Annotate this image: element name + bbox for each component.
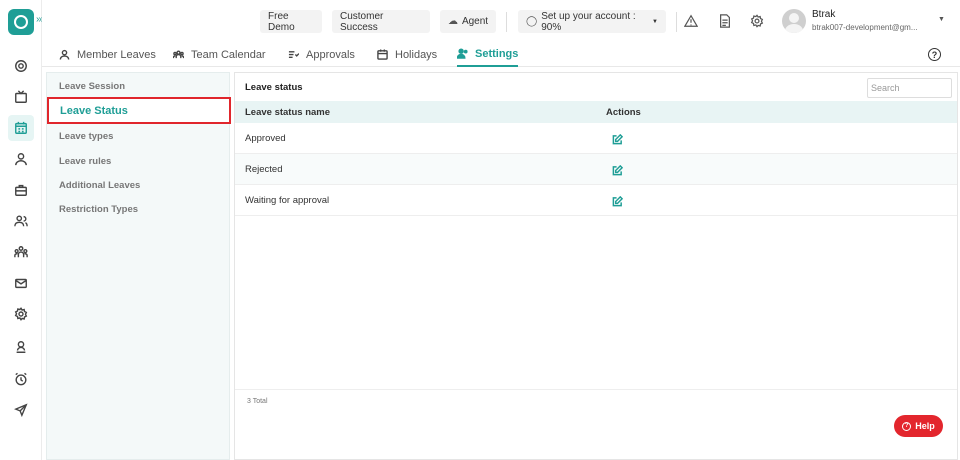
agent-label: Agent	[461, 16, 489, 27]
dashboard-icon[interactable]	[8, 53, 34, 79]
user-name: Btrak	[812, 9, 836, 20]
setup-user-icon: ◯	[526, 16, 538, 27]
sidebar-item-restriction-types[interactable]: Restriction Types	[59, 204, 138, 215]
setup-account-label: Set up your account : 90%	[541, 10, 636, 33]
left-rail: ›››	[0, 0, 44, 460]
tab-label: Member Leaves	[77, 48, 156, 61]
status-name: Approved	[245, 133, 286, 144]
search-input[interactable]	[867, 78, 952, 98]
agent-button[interactable]: ☁ Agent	[440, 10, 496, 33]
badge-user-icon[interactable]	[8, 334, 34, 360]
sidebar-item-leave-status[interactable]: Leave Status	[47, 97, 231, 124]
avatar[interactable]	[782, 9, 806, 33]
user-icon	[59, 49, 70, 60]
table-row: Waiting for approval	[235, 185, 957, 216]
total-count: 3 Total	[247, 398, 268, 405]
table-row: Rejected	[235, 154, 957, 185]
free-demo-label: Free Demo	[268, 10, 295, 33]
edit-icon[interactable]	[612, 194, 624, 207]
edit-icon[interactable]	[612, 132, 624, 145]
briefcase-icon[interactable]	[8, 177, 34, 203]
help-label: Help	[915, 421, 935, 431]
customer-success-button[interactable]: Customer Success	[332, 10, 430, 33]
tab-approvals[interactable]: Approvals	[288, 42, 355, 67]
warning-icon[interactable]	[683, 14, 700, 30]
alarm-clock-icon[interactable]	[8, 366, 34, 392]
status-name: Waiting for approval	[245, 195, 330, 206]
tab-label: Settings	[475, 47, 519, 60]
tab-label: Approvals	[306, 48, 355, 61]
settings-sidebar: Leave Session Leave Status Leave types L…	[46, 72, 231, 460]
settings-icon[interactable]	[750, 14, 766, 30]
app-logo[interactable]	[8, 9, 34, 35]
tv-icon[interactable]	[8, 84, 34, 110]
user-icon[interactable]	[8, 146, 34, 172]
help-button[interactable]: ? Help	[894, 415, 943, 437]
help-icon: ?	[902, 421, 912, 431]
leave-tabs: Member Leaves Team Calendar Approvals Ho…	[42, 42, 960, 67]
user-menu-chevron-icon[interactable]: ▼	[938, 16, 945, 23]
cloud-icon: ☁	[447, 16, 458, 27]
top-header: Free Demo Customer Success ☁ Agent ◯ Set…	[42, 0, 960, 42]
user-email: btrak007-development@gm...	[812, 23, 918, 32]
tab-team-calendar[interactable]: Team Calendar	[173, 42, 266, 67]
users-icon[interactable]	[8, 208, 34, 234]
chevron-down-icon: ▼	[652, 18, 658, 25]
setup-account-button[interactable]: ◯ Set up your account : 90% ▼	[518, 10, 666, 33]
table-footer-divider	[235, 389, 957, 390]
help-question-icon[interactable]: ?	[928, 48, 941, 61]
sidebar-item-leave-rules[interactable]: Leave rules	[59, 156, 111, 167]
tab-label: Holidays	[395, 48, 438, 61]
document-icon[interactable]	[718, 14, 734, 30]
calendar-icon	[377, 49, 388, 60]
team-icon[interactable]	[8, 239, 34, 265]
table-row: Approved	[235, 123, 957, 154]
table-header: Leave status name Actions	[235, 101, 957, 123]
tab-holidays[interactable]: Holidays	[377, 42, 437, 67]
panel-title: Leave status	[245, 82, 303, 93]
send-icon[interactable]	[8, 397, 34, 423]
header-divider	[676, 12, 677, 32]
tab-label: Team Calendar	[191, 48, 266, 61]
column-header-name: Leave status name	[245, 107, 331, 118]
edit-icon[interactable]	[612, 163, 624, 176]
tab-settings[interactable]: Settings	[457, 42, 519, 67]
approvals-icon	[288, 49, 299, 60]
sidebar-item-leave-session[interactable]: Leave Session	[59, 81, 125, 92]
sidebar-item-leave-types[interactable]: Leave types	[59, 131, 113, 142]
mail-icon[interactable]	[8, 270, 34, 296]
team-icon	[173, 49, 184, 60]
settings-user-icon	[457, 48, 468, 59]
customer-success-label: Customer Success	[340, 10, 384, 33]
free-demo-button[interactable]: Free Demo	[260, 10, 322, 33]
leave-status-panel: Leave status Leave status name Actions A…	[234, 72, 958, 460]
status-name: Rejected	[245, 164, 283, 175]
header-divider	[506, 12, 507, 32]
column-header-actions: Actions	[606, 107, 641, 118]
leaves-calendar-icon[interactable]	[8, 115, 34, 141]
gear-icon[interactable]	[8, 301, 34, 327]
tab-member-leaves[interactable]: Member Leaves	[59, 42, 156, 67]
sidebar-item-additional-leaves[interactable]: Additional Leaves	[59, 180, 140, 191]
